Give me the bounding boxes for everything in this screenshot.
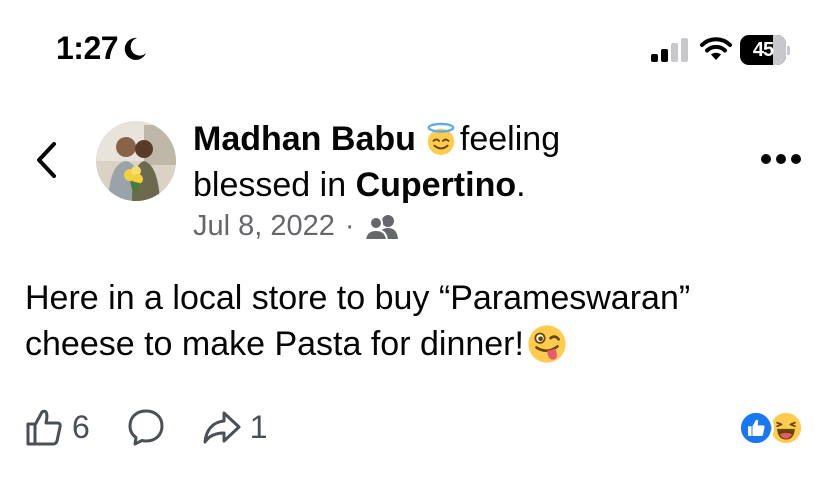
blessed-label: blessed in: [193, 166, 347, 204]
status-time: 1:27: [56, 30, 119, 66]
thumbs-up-icon: [26, 409, 62, 446]
back-button[interactable]: [30, 138, 64, 182]
author-name[interactable]: Madhan Babu: [193, 120, 416, 158]
post-body-line-1: Here in a local store to buy “Parameswar…: [25, 279, 691, 317]
reaction-summary[interactable]: [738, 410, 808, 448]
location-name[interactable]: Cupertino: [356, 166, 517, 204]
friends-icon: [364, 214, 398, 241]
share-icon: [203, 411, 241, 444]
post-header: Madhan Babu feeling blessed in Cupertino…: [193, 116, 733, 243]
battery-indicator: 45: [740, 35, 790, 65]
meta-separator: ·: [344, 210, 355, 242]
post-headline: Madhan Babu feeling blessed in Cupertino…: [193, 116, 733, 208]
post-body-line-2: cheese to make Pasta for dinner!: [25, 325, 524, 363]
like-button[interactable]: 6: [24, 407, 90, 447]
feeling-label: feeling: [459, 120, 561, 158]
halo-emoji-icon: [427, 122, 455, 156]
comment-icon: [128, 409, 164, 446]
moon-icon: [124, 37, 147, 60]
post-date[interactable]: Jul 8, 2022: [193, 210, 335, 243]
wifi-icon: [700, 37, 732, 60]
post-actions: 6 1: [24, 407, 304, 447]
like-count: 6: [72, 408, 90, 445]
cellular-signal-icon: [651, 38, 688, 62]
comment-button[interactable]: [126, 407, 166, 447]
more-horizontal-icon: [761, 154, 801, 164]
chevron-left-icon: [37, 142, 56, 178]
post-body: Here in a local store to buy “Parameswar…: [25, 275, 815, 367]
headline-period: .: [516, 166, 526, 204]
battery-level: 45: [752, 39, 774, 61]
status-bar: 1:27 45: [0, 0, 828, 100]
more-options-button[interactable]: [760, 152, 802, 166]
battery-empty-part: [773, 35, 786, 65]
author-avatar[interactable]: [96, 121, 176, 201]
share-button[interactable]: 1: [202, 407, 268, 447]
battery-tip: [787, 46, 790, 55]
share-count: 1: [249, 408, 268, 445]
like-reaction-icon: [738, 410, 774, 446]
clock-group: 1:27: [56, 30, 148, 67]
winking-tongue-emoji-icon: [528, 325, 566, 363]
post-meta: Jul 8, 2022 ·: [193, 210, 733, 243]
